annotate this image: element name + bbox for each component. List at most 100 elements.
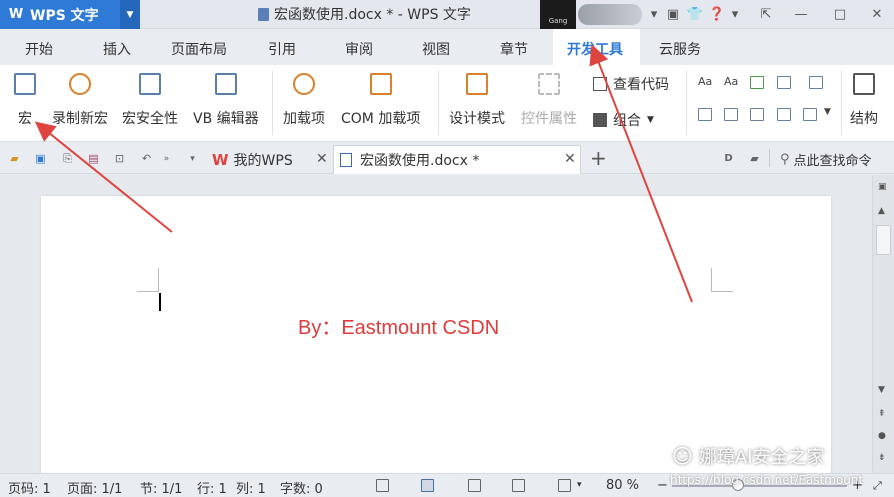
status-section[interactable]: 节: 1/1: [140, 478, 182, 497]
flag-icon[interactable]: ▰: [748, 152, 761, 165]
watermark: ☺ 娜璋AI安全之家: [672, 443, 824, 469]
wps-window: W WPS 文字 ▼ 宏函数使用.docx * - WPS 文字 Gang ▾ …: [0, 0, 894, 497]
status-column[interactable]: 列: 1: [236, 478, 266, 497]
tab-page-layout[interactable]: 页面布局: [171, 39, 227, 59]
mode-icon[interactable]: D: [722, 152, 735, 165]
new-tab-plus-icon[interactable]: +: [590, 146, 607, 170]
scroll-up-icon[interactable]: ▲: [878, 206, 885, 216]
trash-icon[interactable]: ▣: [664, 5, 682, 23]
command-search[interactable]: ⚲ 点此查找命令: [780, 150, 872, 169]
minimize-icon[interactable]: —: [792, 5, 810, 23]
tab-developer[interactable]: 开发工具: [567, 39, 623, 59]
export-pdf-icon[interactable]: ⎘: [61, 152, 74, 165]
view-code-button[interactable]: 查看代码: [593, 74, 669, 94]
ribbon-developer: 宏 录制新宏 宏安全性 VB 编辑器 加载项 COM 加载项 设计模式 控件属性…: [0, 65, 894, 142]
control-properties-button[interactable]: 控件属性: [521, 73, 577, 128]
outline-view-icon[interactable]: [468, 479, 481, 492]
addins-label: 加载项: [283, 111, 325, 127]
record-macro-button[interactable]: 录制新宏: [52, 73, 108, 128]
scroll-thumb[interactable]: [876, 225, 891, 255]
tab-review[interactable]: 审阅: [345, 39, 373, 59]
chevron-down-icon[interactable]: ▾: [726, 5, 744, 23]
macro-security-label: 宏安全性: [122, 111, 178, 127]
zoom-level[interactable]: 80 %: [606, 478, 639, 493]
split-icon[interactable]: ▣: [878, 182, 887, 192]
tab-insert[interactable]: 插入: [103, 39, 131, 59]
tab-view[interactable]: 视图: [422, 39, 450, 59]
tab-mywps[interactable]: W 我的WPS ✕: [212, 146, 332, 174]
macro-button[interactable]: 宏: [14, 73, 36, 128]
vertical-scrollbar[interactable]: ▣ ▲ ▼ ⇞ ● ⇟: [872, 175, 894, 473]
ribbon-divider: [272, 71, 273, 135]
wps-logo-icon: W: [212, 151, 229, 169]
tab-document-label: 宏函数使用.docx *: [360, 153, 480, 169]
next-page-icon[interactable]: ⇟: [878, 453, 886, 463]
status-page-number[interactable]: 页码: 1: [8, 478, 51, 497]
text-control-icon[interactable]: Aa: [698, 75, 712, 88]
legacy-tools-icon[interactable]: [803, 108, 817, 121]
tab-current-document[interactable]: 宏函数使用.docx * ✕: [333, 145, 581, 174]
watermark-text: 娜璋AI安全之家: [698, 447, 825, 468]
macro-label: 宏: [18, 111, 32, 127]
chevron-down-icon[interactable]: ▾: [645, 5, 663, 23]
command-search-label: 点此查找命令: [793, 154, 872, 169]
print-icon[interactable]: ▤: [87, 152, 100, 165]
structure-button[interactable]: 结构: [850, 73, 878, 128]
status-word-count[interactable]: 字数: 0: [280, 478, 323, 497]
document-byline[interactable]: By：Eastmount CSDN: [298, 311, 499, 340]
tab-section[interactable]: 章节: [500, 39, 528, 59]
avatar[interactable]: Gang: [540, 0, 576, 29]
addins-button[interactable]: 加载项: [283, 73, 325, 128]
date-control-icon[interactable]: [750, 108, 764, 121]
focus-mode-icon[interactable]: [376, 479, 389, 492]
skin-icon[interactable]: 👕: [686, 5, 704, 23]
tab-start[interactable]: 开始: [25, 39, 53, 59]
close-icon[interactable]: ✕: [564, 151, 576, 167]
repeating-section-icon[interactable]: [777, 108, 791, 121]
picture-control-icon[interactable]: [750, 76, 764, 89]
customize-icon[interactable]: ▾: [186, 152, 199, 165]
status-line[interactable]: 行: 1: [197, 478, 227, 497]
app-name: WPS 文字: [30, 7, 99, 24]
chevron-down-icon[interactable]: ▼: [824, 107, 831, 117]
group-label: 组合: [613, 113, 641, 129]
chevron-down-icon[interactable]: ▼: [120, 0, 140, 29]
tab-references[interactable]: 引用: [268, 39, 296, 59]
web-view-icon[interactable]: [512, 479, 525, 492]
account-name-blurred[interactable]: [578, 4, 642, 25]
building-block-icon[interactable]: [777, 76, 791, 89]
undo-icon[interactable]: ↶: [140, 152, 153, 165]
save-icon[interactable]: ▣: [34, 152, 47, 165]
close-icon[interactable]: ✕: [316, 151, 328, 167]
fit-page-icon[interactable]: ⤢: [873, 479, 882, 493]
close-icon[interactable]: ✕: [868, 5, 886, 23]
app-menu-button[interactable]: W WPS 文字 ▼: [0, 0, 140, 29]
combobox-control-icon[interactable]: [698, 108, 712, 121]
scroll-down-icon[interactable]: ▼: [878, 385, 885, 395]
rich-text-control-icon[interactable]: Aa: [724, 75, 738, 88]
macro-security-button[interactable]: 宏安全性: [122, 73, 178, 128]
com-addins-button[interactable]: COM 加载项: [341, 73, 420, 128]
prev-page-icon[interactable]: ⇞: [878, 409, 886, 419]
design-mode-button[interactable]: 设计模式: [449, 73, 505, 128]
maximize-icon[interactable]: □: [831, 5, 849, 23]
tab-mywps-label: 我的WPS: [233, 153, 293, 169]
vb-editor-button[interactable]: VB 编辑器: [193, 73, 259, 128]
zoom-out-button[interactable]: −: [657, 478, 668, 493]
select-browse-icon[interactable]: ●: [878, 431, 886, 441]
page-view-icon[interactable]: [421, 479, 434, 492]
tab-cloud-service[interactable]: 云服务: [659, 39, 701, 59]
print-preview-icon[interactable]: ⊡: [113, 152, 126, 165]
more-icon[interactable]: »: [160, 152, 173, 165]
dropdown-control-icon[interactable]: [724, 108, 738, 121]
group-button[interactable]: 组合 ▼: [593, 110, 654, 130]
status-page[interactable]: 页面: 1/1: [67, 478, 122, 497]
open-folder-icon[interactable]: ▰: [8, 152, 21, 165]
restore-window-icon[interactable]: ⇱: [757, 5, 775, 23]
help-icon[interactable]: ❓: [708, 5, 726, 23]
chevron-down-icon[interactable]: ▾: [577, 480, 582, 490]
avatar-text: Gang: [548, 17, 568, 25]
document-canvas[interactable]: By：Eastmount CSDN: [0, 175, 872, 486]
reading-view-icon[interactable]: [558, 479, 571, 492]
checkbox-control-icon[interactable]: [809, 76, 823, 89]
